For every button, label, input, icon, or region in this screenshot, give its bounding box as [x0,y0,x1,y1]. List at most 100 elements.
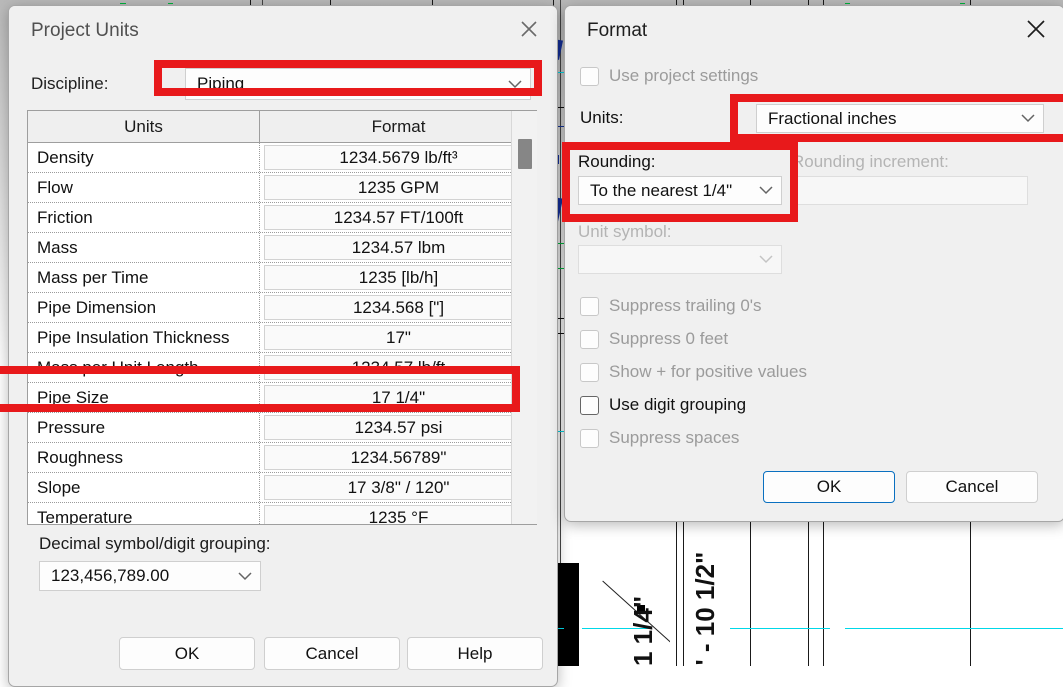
cad-green-tick [845,3,850,4]
rounding-select[interactable]: To the nearest 1/4" [578,176,782,205]
format-option-label: Use digit grouping [609,395,747,414]
table-row[interactable]: Friction 1234.57 FT/100ft [28,203,537,233]
format-cell[interactable]: 1234.5679 lb/ft³ [260,143,537,172]
table-row[interactable]: Temperature 1235 °F [28,503,537,524]
unit-name-cell: Friction [28,203,260,232]
table-row[interactable]: Mass per Time 1235 [lb/h] [28,263,537,293]
table-row[interactable]: Flow 1235 GPM [28,173,537,203]
project-units-titlebar[interactable]: Project Units [9,6,557,60]
format-option-label: Suppress 0 feet [609,329,729,348]
format-option-checkbox: Suppress trailing 0's [580,296,762,316]
unit-name-cell: Pipe Dimension [28,293,260,322]
use-project-settings-checkbox[interactable]: Use project settings [580,66,758,86]
table-row[interactable]: Mass per Unit Length 1234.57 lb/ft [28,353,537,383]
chevron-down-icon [1013,114,1043,123]
format-cell[interactable]: 1235 [lb/h] [260,263,537,292]
format-value-button[interactable]: 1234.56789" [264,445,533,470]
table-scrollbar[interactable] [511,111,537,524]
format-cell[interactable]: 17" [260,323,537,352]
format-value-button[interactable]: 1234.5679 lb/ft³ [264,145,533,170]
table-row[interactable]: Pipe Dimension 1234.568 ["] [28,293,537,323]
format-cell[interactable]: 1234.57 psi [260,413,537,442]
project-units-ok-button[interactable]: OK [119,637,255,670]
table-row[interactable]: Pressure 1234.57 psi [28,413,537,443]
decimal-symbol-label: Decimal symbol/digit grouping: [39,534,271,553]
units-format-table: Units Format Density 1234.5679 lb/ft³ Flow… [27,110,537,525]
checkbox-box [580,329,599,349]
unit-name-cell: Pipe Insulation Thickness [28,323,260,352]
format-cell[interactable]: 1234.56789" [260,443,537,472]
scrollbar-thumb[interactable] [518,139,532,169]
unit-name-cell: Density [28,143,260,172]
format-value-button[interactable]: 1235 [lb/h] [264,265,533,290]
format-option-label: Suppress spaces [609,428,740,447]
unit-name-cell: Pipe Size [28,383,260,412]
rounding-increment-input [792,176,1028,205]
format-value-button[interactable]: 1234.57 lb/ft [264,355,533,380]
format-cell[interactable]: 1234.568 ["] [260,293,537,322]
discipline-value: Piping [197,74,245,93]
decimal-symbol-select[interactable]: 123,456,789.00 [39,561,261,591]
table-row[interactable]: Mass 1234.57 lbm [28,233,537,263]
close-icon[interactable] [501,6,557,52]
table-row[interactable]: Pipe Insulation Thickness 17" [28,323,537,353]
format-ok-button[interactable]: OK [763,471,895,503]
project-units-cancel-button[interactable]: Cancel [264,637,400,670]
rounding-increment-label: Rounding increment: [792,152,949,171]
close-icon[interactable] [1008,6,1063,52]
format-value-button[interactable]: 1234.57 lbm [264,235,533,260]
cad-cyan-line [845,628,1063,629]
format-value-button[interactable]: 1234.57 FT/100ft [264,205,533,230]
project-units-help-button[interactable]: Help [407,637,543,670]
unit-name-cell: Roughness [28,443,260,472]
cad-cyan-line [730,628,830,629]
format-cell[interactable]: 17 3/8" / 120" [260,473,537,502]
table-body: Density 1234.5679 lb/ft³ Flow 1235 GPM Frict… [28,143,537,524]
unit-symbol-label: Unit symbol: [578,222,672,241]
project-units-title: Project Units [31,20,139,41]
format-cell[interactable]: 1234.57 lbm [260,233,537,262]
table-row[interactable]: Slope 17 3/8" / 120" [28,473,537,503]
format-value-button[interactable]: 1234.568 ["] [264,295,533,320]
unit-name-cell: Mass per Time [28,263,260,292]
table-row[interactable]: Pipe Size 17 1/4" [28,383,537,413]
format-value-button[interactable]: 17" [264,325,533,350]
checkbox-box [580,395,599,415]
checkbox-box [580,66,599,86]
format-titlebar[interactable]: Format [565,6,1063,60]
format-cell[interactable]: 1235 °F [260,503,537,524]
chevron-down-icon [500,79,530,89]
unit-name-cell: Temperature [28,503,260,524]
rounding-value: To the nearest 1/4" [590,180,733,200]
chevron-down-icon [230,571,260,581]
use-project-settings-label: Use project settings [609,66,759,85]
table-row[interactable]: Density 1234.5679 lb/ft³ [28,143,537,173]
discipline-select[interactable]: Piping [185,68,531,100]
checkbox-box [580,296,599,316]
unit-name-cell: Slope [28,473,260,502]
format-value-button[interactable]: 17 3/8" / 120" [264,475,533,500]
unit-name-cell: Mass per Unit Length [28,353,260,382]
unit-name-cell: Flow [28,173,260,202]
unit-symbol-select [578,245,782,274]
format-option-checkbox[interactable]: Use digit grouping [580,395,746,415]
format-option-checkbox: Suppress spaces [580,428,739,448]
format-cell[interactable]: 17 1/4" [260,383,537,412]
table-row[interactable]: Roughness 1234.56789" [28,443,537,473]
format-value-button[interactable]: 17 1/4" [264,385,533,410]
units-label: Units: [580,108,624,127]
format-cell[interactable]: 1235 GPM [260,173,537,202]
format-value-button[interactable]: 1235 °F [264,505,533,524]
format-value-button[interactable]: 1234.57 psi [264,415,533,440]
units-select[interactable]: Fractional inches [756,104,1044,133]
cad-dimension-label: 9' - 10 1/2" [690,551,720,666]
format-cell[interactable]: 1234.57 FT/100ft [260,203,537,232]
format-value-button[interactable]: 1235 GPM [264,175,533,200]
format-cell[interactable]: 1234.57 lb/ft [260,353,537,382]
checkbox-box [580,362,599,382]
chevron-down-icon [751,255,781,264]
units-value: Fractional inches [768,108,897,128]
table-header-row: Units Format [28,111,537,143]
format-cancel-button[interactable]: Cancel [906,471,1038,503]
format-option-label: Suppress trailing 0's [609,296,762,315]
